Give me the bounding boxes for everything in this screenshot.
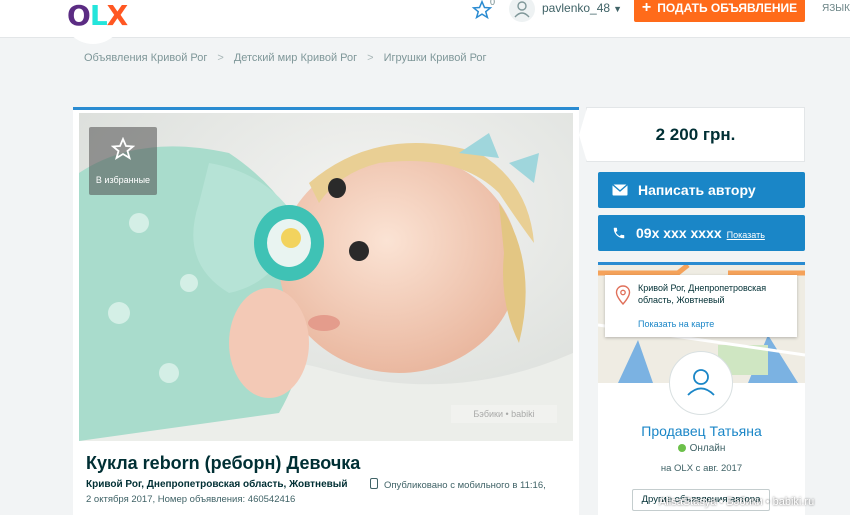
map-pin-icon [615,285,631,305]
star-icon [111,137,135,160]
seller-card: Кривой Рог, Днепропетровская область, Жо… [598,262,805,515]
seller-name[interactable]: Продавец Татьяна [598,423,805,439]
online-dot-icon [677,444,686,452]
plus-icon: + [641,0,652,16]
show-phone-link[interactable]: Показать [727,230,765,240]
username-label: pavlenko_48 [542,1,611,15]
breadcrumb-item-ads[interactable]: Объявления Кривой Рог [84,52,207,64]
breadcrumb: Объявления Кривой Рог > Детский мир Крив… [84,52,487,64]
message-author-button[interactable]: Написать автору [598,172,805,208]
chevron-right-icon: > [367,52,374,64]
listing-location: Кривой Рог, Днепропетровская область, Жо… [86,479,348,490]
price-box: 2 200 грн. [579,107,805,162]
envelope-icon [612,184,628,196]
language-switch[interactable]: ЯЗЫК [822,3,850,14]
listing-photo[interactable]: В избранные Бэбики • babiki [79,113,573,441]
chevron-down-icon: ▼ [613,4,622,14]
show-phone-button[interactable]: 09x xxx xxxx Показать [598,215,805,251]
address-text: Кривой Рог, Днепропетровская область, Жо… [638,283,767,305]
address-popup: Кривой Рог, Днепропетровская область, Жо… [605,275,797,337]
listing-title: Кукла reborn (реборн) Девочка [86,453,361,473]
phone-icon [613,227,625,239]
image-watermark: AlisaStasya • Бэбики • babiki.ru [659,496,815,508]
favorites-label: В избранные [95,175,151,185]
mobile-icon [370,478,378,489]
published-date-and-id: 2 октября 2017, Номер объявления: 460542… [86,494,296,505]
online-status: Онлайн [598,443,805,454]
published-info: Опубликовано с мобильного в 11:16, [384,480,546,491]
chevron-right-icon: > [217,52,224,64]
show-on-map-link[interactable]: Показать на карте [638,319,714,329]
breadcrumb-item-toys[interactable]: Игрушки Кривой Рог [384,52,487,64]
member-since: на OLX с авг. 2017 [660,463,743,474]
breadcrumb-item-kids[interactable]: Детский мир Кривой Рог [234,52,357,64]
user-menu[interactable]: pavlenko_48 ▼ [542,1,622,15]
photo-watermark: Бэбики • babiki [451,405,557,423]
add-to-favorites[interactable]: В избранные [89,127,157,195]
favorites-count: 0 [490,0,496,7]
listing-card: В избранные Бэбики • babiki Кукла reborn… [73,107,579,515]
seller-avatar-icon [669,351,733,415]
top-header: OLX 0 pavlenko_48 ▼ + ПОДАТЬ ОБЪЯВЛЕНИЕ Я… [0,0,850,44]
post-ad-button[interactable]: + ПОДАТЬ ОБЪЯВЛЕНИЕ [634,0,805,22]
olx-logo[interactable]: OLX [62,0,128,44]
price-label: 2 200 грн. [655,124,736,144]
phone-number: 09x xxx xxxx [636,225,722,241]
user-avatar-icon[interactable] [509,0,535,22]
